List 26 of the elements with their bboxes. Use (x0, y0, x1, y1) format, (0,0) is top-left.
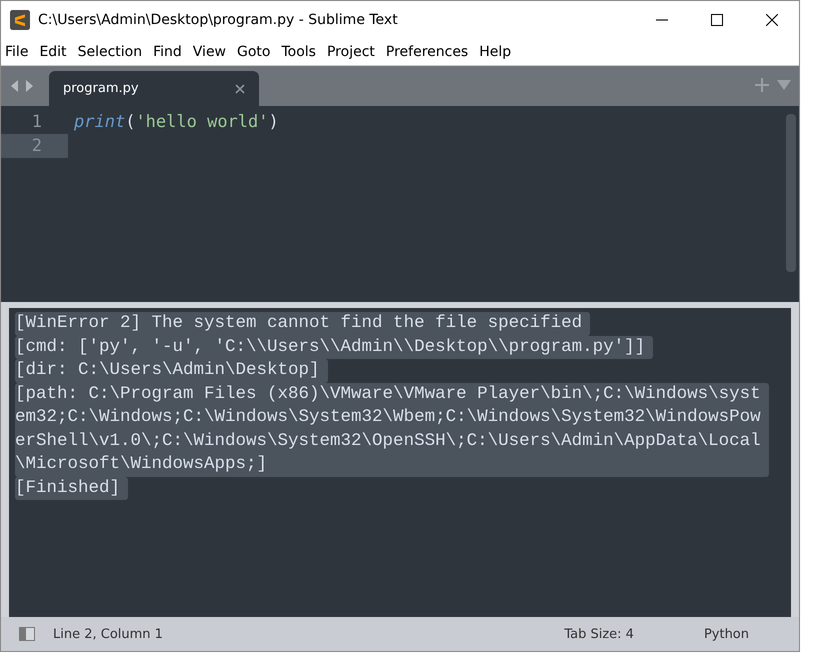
menu-item[interactable]: Find (153, 44, 182, 60)
line-number: 2 (1, 134, 68, 158)
scrollbar[interactable] (786, 114, 796, 272)
menu-item[interactable]: Goto (237, 44, 270, 60)
menu-item[interactable]: Help (479, 44, 512, 60)
menu-item[interactable]: Edit (39, 44, 67, 60)
syntax-mode[interactable]: Python (704, 626, 749, 642)
maximize-icon[interactable] (711, 14, 723, 26)
app-logo-icon (10, 10, 30, 30)
menu-item[interactable]: View (192, 44, 226, 60)
file-tab[interactable]: program.py (49, 71, 259, 106)
tab-size[interactable]: Tab Size: 4 (564, 626, 634, 642)
dropdown-icon[interactable] (777, 78, 791, 92)
window-title: C:\Users\Admin\Desktop\program.py - Sublime Text (38, 12, 399, 28)
menu-item[interactable]: Tools (281, 44, 316, 60)
plus-icon[interactable] (755, 78, 769, 92)
menu-item[interactable]: Project (326, 44, 375, 60)
panel-toggle-icon[interactable] (19, 627, 35, 641)
menu-item[interactable]: Preferences (386, 44, 468, 60)
line-number: 1 (30, 111, 43, 134)
menu-item[interactable]: File (5, 44, 28, 60)
tab-navigation-arrows-icon[interactable] (11, 80, 33, 92)
code-text: print('hello world') (74, 111, 279, 134)
cursor-position: Line 2, Column 1 (53, 626, 163, 642)
menu-item[interactable]: Selection (78, 44, 142, 60)
close-icon[interactable] (766, 14, 778, 26)
